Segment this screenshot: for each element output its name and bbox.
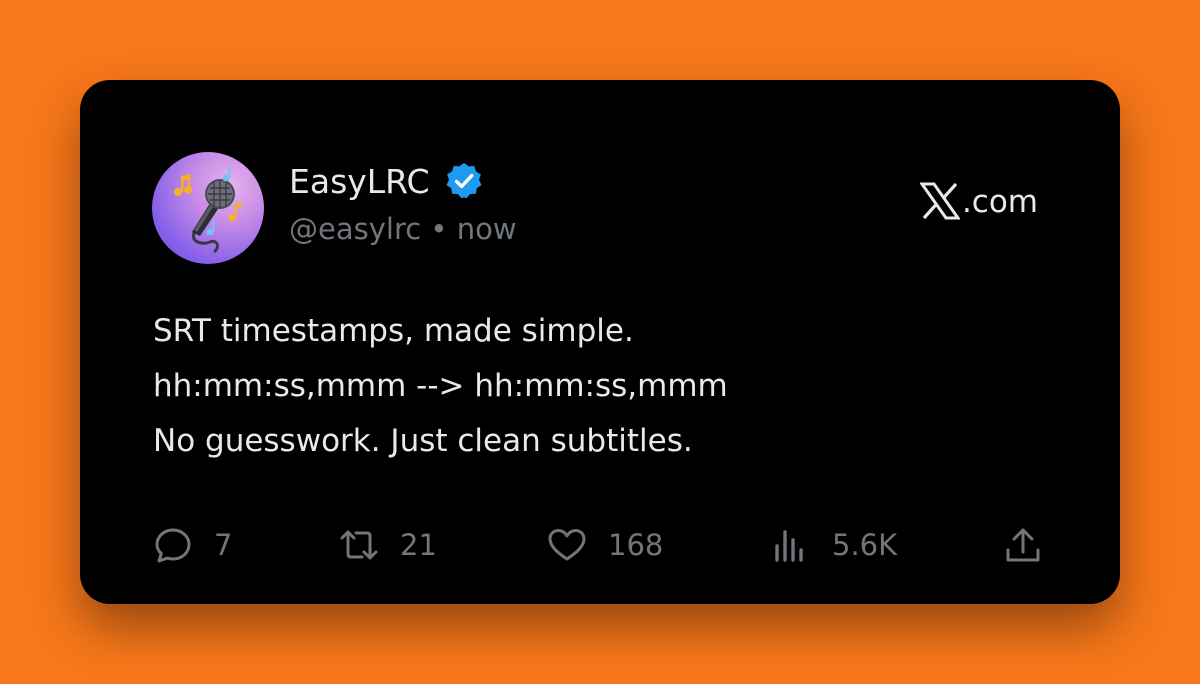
repost-icon (340, 530, 378, 560)
author-name[interactable]: EasyLRC (289, 162, 430, 201)
reply-count: 7 (214, 528, 233, 562)
repost-button[interactable]: 21 (338, 522, 437, 568)
share-icon[interactable] (1002, 524, 1044, 566)
x-logo-icon (919, 182, 960, 220)
like-button[interactable]: 168 (546, 522, 663, 568)
post-timestamp[interactable]: now (457, 212, 517, 246)
post-meta: @easylrc • now (289, 212, 517, 246)
post-line: No guesswork. Just clean subtitles. (153, 423, 693, 459)
post-line: SRT timestamps, made simple. (153, 313, 634, 349)
repost-count: 21 (400, 528, 437, 562)
reply-icon (155, 528, 191, 563)
brand-domain: .com (961, 184, 1038, 220)
reply-button[interactable]: 7 (152, 522, 232, 568)
post-text: SRT timestamps, made simple. hh:mm:ss,mm… (153, 304, 728, 469)
x-brand[interactable]: .com (919, 182, 1038, 220)
page-background: { "author": { "name": "EasyLRC", "handle… (0, 0, 1200, 684)
meta-separator: • (430, 212, 448, 246)
microphone-icon (174, 166, 242, 254)
verified-badge-icon (446, 163, 481, 199)
author-handle[interactable]: @easylrc (289, 212, 421, 246)
heart-icon (548, 529, 586, 561)
avatar[interactable] (152, 152, 264, 264)
views-icon (775, 530, 803, 562)
views-button[interactable]: 5.6K (770, 522, 897, 568)
author-row: EasyLRC (289, 160, 484, 202)
views-count: 5.6K (832, 528, 898, 562)
like-count: 168 (608, 528, 664, 562)
music-note-icon (174, 174, 192, 196)
post-line: hh:mm:ss,mmm --> hh:mm:ss,mmm (153, 368, 728, 404)
post-card: EasyLRC @easylrc • now .com SRT timestam… (80, 80, 1120, 604)
